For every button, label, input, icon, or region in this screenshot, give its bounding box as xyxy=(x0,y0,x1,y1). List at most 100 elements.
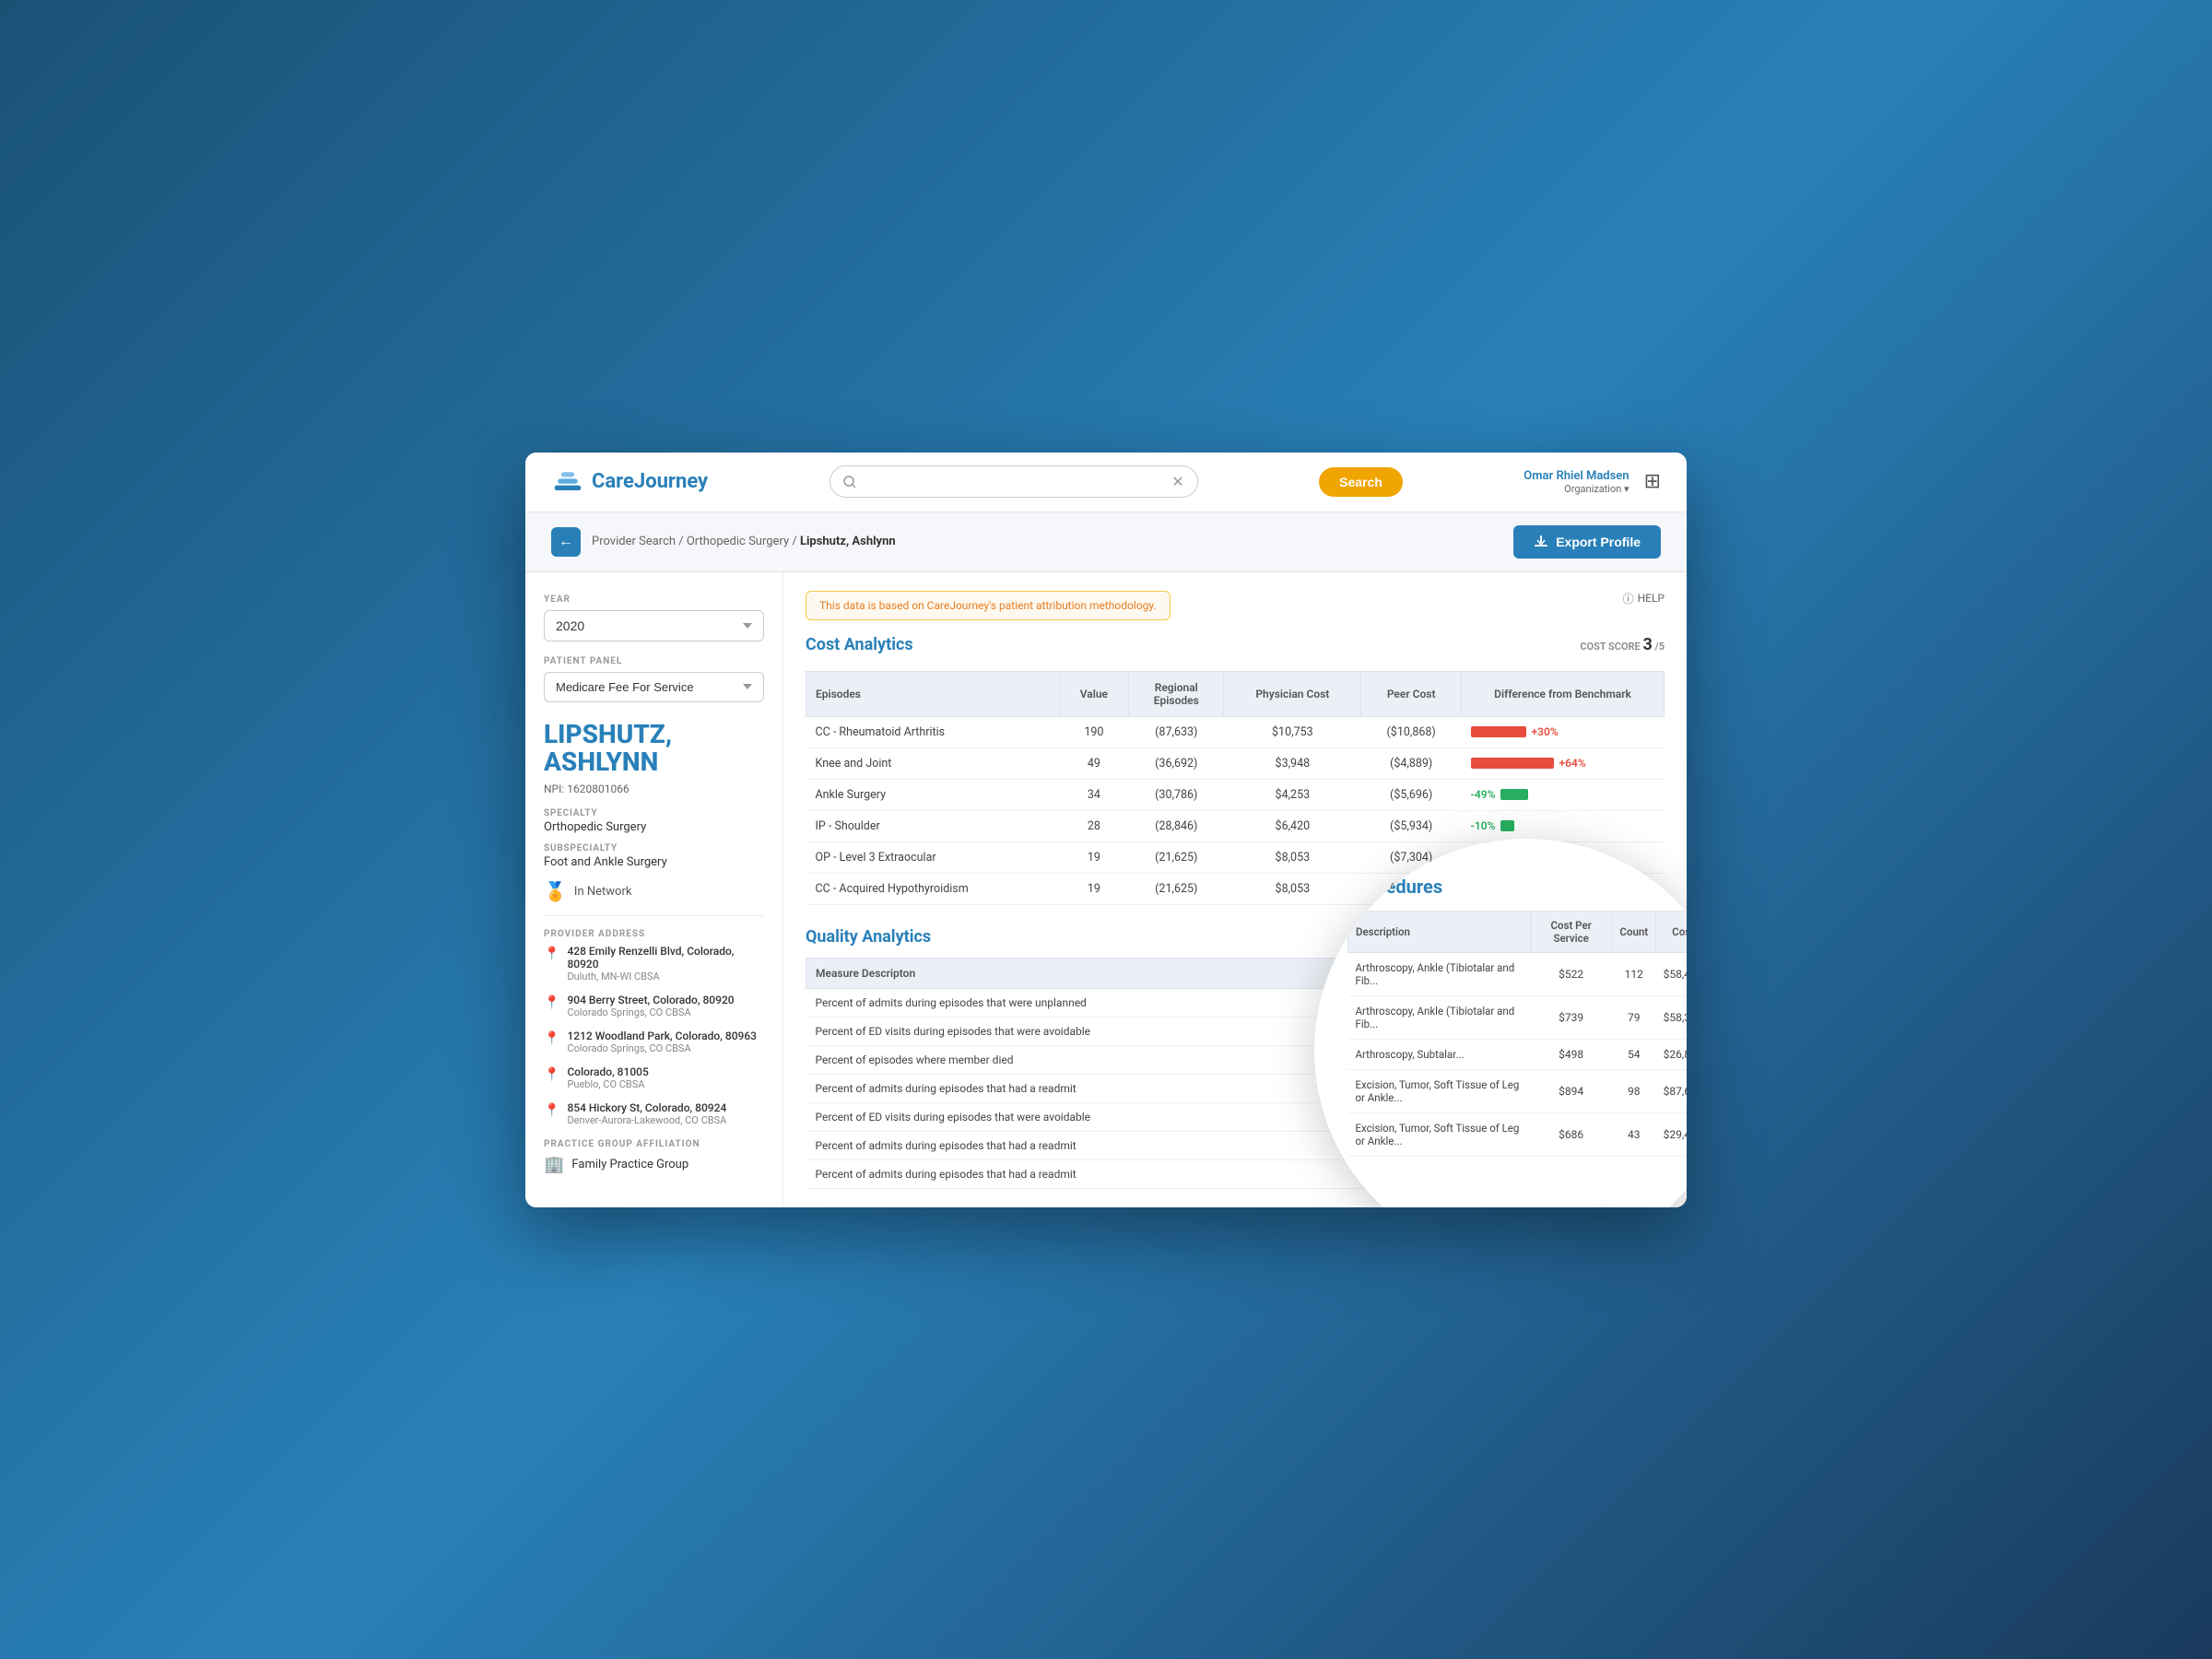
export-icon xyxy=(1534,535,1548,549)
measure-description: Percent of admits during episodes that h… xyxy=(806,1159,1372,1188)
address-details: 854 Hickory St, Colorado, 80924 Denver-A… xyxy=(567,1101,726,1126)
proc-cost-per-service: $522 xyxy=(1530,952,1612,995)
proc-count: 98 xyxy=(1612,1069,1656,1112)
episode-value: 34 xyxy=(1059,779,1129,810)
peer-cost: ($10,868) xyxy=(1361,716,1462,747)
search-button[interactable]: Search xyxy=(1319,467,1403,497)
affiliation-section: PRACTICE GROUP AFFILIATION 🏢 Family Prac… xyxy=(544,1139,764,1174)
clear-search-icon[interactable]: ✕ xyxy=(1171,473,1183,490)
address-label: PROVIDER ADDRESS xyxy=(544,929,764,939)
proc-cost: $29,498 xyxy=(1656,1112,1687,1156)
cost-table-header: Episodes Value RegionalEpisodes Physicia… xyxy=(806,671,1665,716)
measure-description: Percent of ED visits during episodes tha… xyxy=(806,1017,1372,1045)
physician-cost: $3,948 xyxy=(1224,747,1361,779)
proc-count: 43 xyxy=(1612,1112,1656,1156)
cost-score: COST SCORE 3 /5 xyxy=(1580,635,1665,654)
user-org[interactable]: Organization ▾ xyxy=(1524,483,1629,495)
table-row: CC - Rheumatoid Arthritis 190 (87,633) $… xyxy=(806,716,1665,747)
address-main: 1212 Woodland Park, Colorado, 80963 xyxy=(567,1030,757,1042)
logo: CareJourney xyxy=(551,465,708,499)
location-icon: 📍 xyxy=(544,947,559,961)
episode-value: 19 xyxy=(1059,841,1129,873)
address-sub: Colorado Springs, CO CBSA xyxy=(567,1042,757,1054)
specialty-label: SPECIALTY xyxy=(544,808,764,818)
proc-cost: $58,381 xyxy=(1656,995,1687,1039)
breadcrumb-bar: ← Provider Search / Orthopedic Surgery /… xyxy=(525,512,1687,572)
breadcrumb-left: ← Provider Search / Orthopedic Surgery /… xyxy=(551,527,896,557)
subspecialty: Foot and Ankle Surgery xyxy=(544,855,764,869)
physician-cost: $8,053 xyxy=(1224,873,1361,904)
bottom-section: Quality Analytics Measure Descripton Num… xyxy=(806,927,1665,1189)
affiliation-name: Family Practice Group xyxy=(571,1158,688,1171)
help-link[interactable]: ⓘ HELP xyxy=(1623,591,1665,606)
diff-benchmark: +30% xyxy=(1462,716,1665,747)
proc-description: Excision, Tumor, Soft Tissue of Leg or A… xyxy=(1348,1112,1531,1156)
nav-right: Omar Rhiel Madsen Organization ▾ ⊞ xyxy=(1524,469,1661,495)
col-peer-cost: Peer Cost xyxy=(1361,671,1462,716)
episode-name: IP - Shoulder xyxy=(806,810,1060,841)
user-info: Omar Rhiel Madsen Organization ▾ xyxy=(1524,469,1629,495)
search-bar[interactable]: Orthopedic Surgery ✕ xyxy=(830,465,1198,498)
cost-analytics-header-row: Cost Analytics COST SCORE 3 /5 xyxy=(806,635,1665,665)
list-item: Excision, Tumor, Soft Tissue of Leg or A… xyxy=(1348,1112,1688,1156)
address-item: 📍 904 Berry Street, Colorado, 80920 Colo… xyxy=(544,994,764,1018)
search-input[interactable]: Orthopedic Surgery xyxy=(864,475,1165,489)
logo-text: CareJourney xyxy=(592,470,708,493)
measure-description: Percent of admits during episodes that h… xyxy=(806,1131,1372,1159)
regional-episodes: (21,625) xyxy=(1129,841,1224,873)
right-panel: This data is based on CareJourney's pati… xyxy=(783,572,1687,1207)
col-cost-per-service: Cost Per Service xyxy=(1530,911,1612,952)
year-select[interactable]: 2020 xyxy=(544,610,764,641)
proc-description: Arthroscopy, Subtalar... xyxy=(1348,1039,1531,1069)
proc-count: 112 xyxy=(1612,952,1656,995)
address-main: 904 Berry Street, Colorado, 80920 xyxy=(567,994,734,1006)
export-profile-button[interactable]: Export Profile xyxy=(1513,525,1661,559)
table-row: Knee and Joint 49 (36,692) $3,948 ($4,88… xyxy=(806,747,1665,779)
cost-score-value: 3 xyxy=(1642,635,1652,654)
info-banner: This data is based on CareJourney's pati… xyxy=(806,591,1171,620)
episode-name: OP - Level 3 Extraocular xyxy=(806,841,1060,873)
browser-window: CareJourney Orthopedic Surgery ✕ Search … xyxy=(525,453,1687,1207)
col-regional-episodes: RegionalEpisodes xyxy=(1129,671,1224,716)
specialty: Orthopedic Surgery xyxy=(544,820,764,834)
patient-panel-label: PATIENT PANEL xyxy=(544,656,764,666)
list-item: Arthroscopy, Ankle (Tibiotalar and Fib..… xyxy=(1348,995,1688,1039)
measure-description: Percent of ED visits during episodes tha… xyxy=(806,1102,1372,1131)
list-item: Arthroscopy, Subtalar... $498 54 $26,892 xyxy=(1348,1039,1688,1069)
address-item: 📍 854 Hickory St, Colorado, 80924 Denver… xyxy=(544,1101,764,1126)
col-description: Description xyxy=(1348,911,1531,952)
col-cost: Cost xyxy=(1656,911,1687,952)
affiliation-icon: 🏢 xyxy=(544,1155,564,1174)
network-icon: 🏅 xyxy=(544,880,567,902)
measure-description: Percent of episodes where member died xyxy=(806,1045,1372,1074)
address-details: 904 Berry Street, Colorado, 80920 Colora… xyxy=(567,994,734,1018)
location-icon: 📍 xyxy=(544,1067,559,1082)
breadcrumb: Provider Search / Orthopedic Surgery / L… xyxy=(592,535,896,548)
regional-episodes: (30,786) xyxy=(1129,779,1224,810)
proc-description: Excision, Tumor, Soft Tissue of Leg or A… xyxy=(1348,1069,1531,1112)
physician-cost: $4,253 xyxy=(1224,779,1361,810)
cost-score-total: /5 xyxy=(1655,641,1665,653)
address-item: 📍 Colorado, 81005 Pueblo, CO CBSA xyxy=(544,1065,764,1090)
col-diff-benchmark: Difference from Benchmark xyxy=(1462,671,1665,716)
peer-cost: ($5,934) xyxy=(1361,810,1462,841)
address-details: 428 Emily Renzelli Blvd, Colorado, 80920… xyxy=(567,945,764,982)
procedures-table-header: Description Cost Per Service Count Cost xyxy=(1348,911,1688,952)
subspecialty-label: SUBSPECIALTY xyxy=(544,843,764,853)
grid-icon[interactable]: ⊞ xyxy=(1644,470,1661,493)
regional-episodes: (21,625) xyxy=(1129,873,1224,904)
help-icon: ⓘ xyxy=(1623,591,1634,606)
peer-cost: ($4,889) xyxy=(1361,747,1462,779)
user-name: Omar Rhiel Madsen xyxy=(1524,469,1629,483)
diff-benchmark: +64% xyxy=(1462,747,1665,779)
address-details: 1212 Woodland Park, Colorado, 80963 Colo… xyxy=(567,1030,757,1054)
address-sub: Duluth, MN-WI CBSA xyxy=(567,971,764,982)
physician-cost: $8,053 xyxy=(1224,841,1361,873)
episode-name: CC - Rheumatoid Arthritis xyxy=(806,716,1060,747)
back-button[interactable]: ← xyxy=(551,527,581,557)
proc-cost: $26,892 xyxy=(1656,1039,1687,1069)
episode-value: 49 xyxy=(1059,747,1129,779)
proc-cost: $58,464 xyxy=(1656,952,1687,995)
patient-panel-select[interactable]: Medicare Fee For Service xyxy=(544,672,764,702)
addresses: 📍 428 Emily Renzelli Blvd, Colorado, 809… xyxy=(544,945,764,1126)
